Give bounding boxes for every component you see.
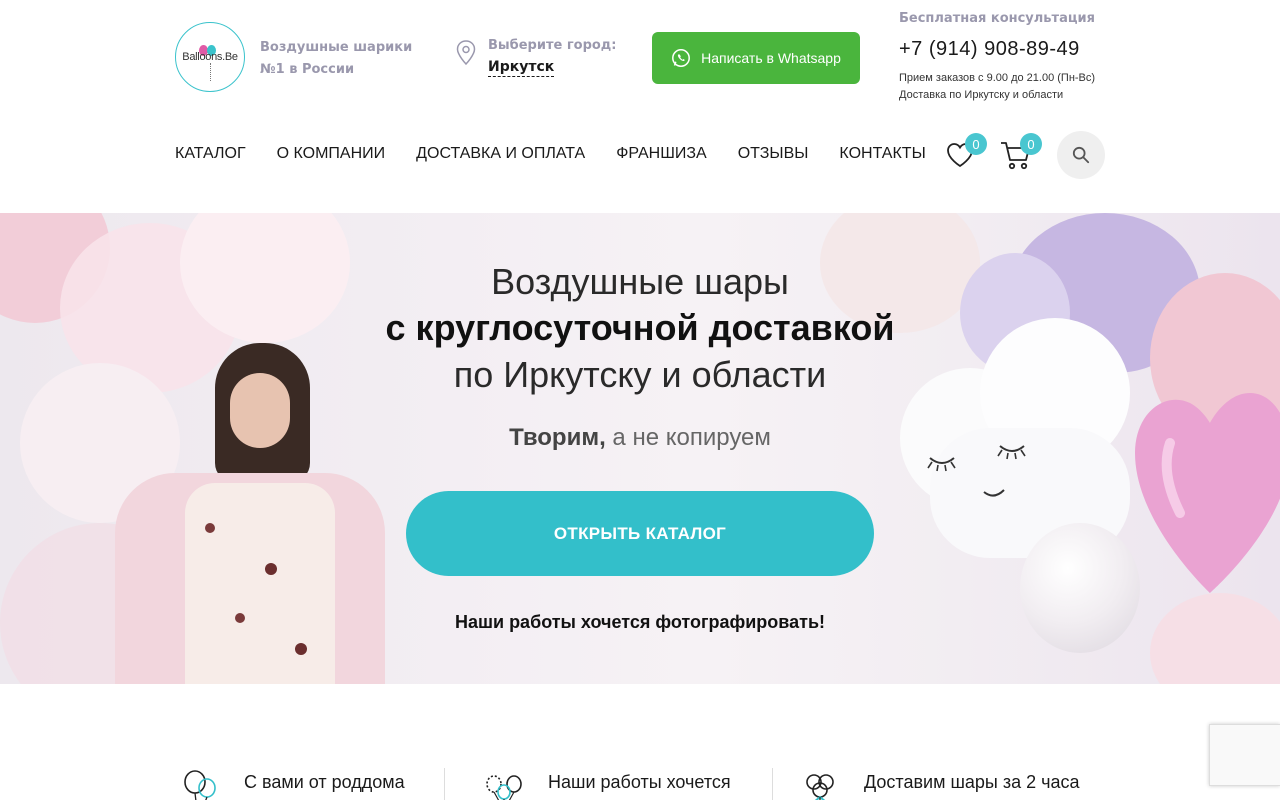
city-name-link[interactable]: Иркутск	[488, 59, 555, 77]
feature-item: Доставим шары за 2 часа	[800, 770, 1080, 800]
balloon-decor	[1150, 593, 1280, 684]
city-label: Выберите город:	[488, 38, 617, 53]
nav-item-catalog[interactable]: КАТАЛОГ	[175, 145, 246, 163]
tagline-line2: №1 в России	[260, 62, 355, 77]
brand-tagline: Воздушные шарики №1 в России	[260, 37, 420, 81]
hero-title-line1: Воздушные шары	[491, 261, 789, 302]
feature-text: Доставим шары за 2 часа	[864, 772, 1080, 792]
nav-item-reviews[interactable]: ОТЗЫВЫ	[738, 145, 809, 163]
cart-count-badge: 0	[1020, 133, 1042, 155]
balloons-icon	[184, 770, 216, 800]
search-icon	[1072, 146, 1090, 164]
hero-banner: Воздушные шары с круглосуточной доставко…	[0, 213, 1280, 684]
location-pin-icon	[456, 40, 476, 66]
hero-subtitle: Творим, а не копируем	[0, 424, 1280, 452]
divider	[444, 768, 445, 800]
hero-subtitle-bold: Творим,	[509, 424, 606, 451]
logo-string	[210, 63, 211, 81]
feature-text: С вами от роддома	[244, 772, 405, 792]
favorites-count-badge: 0	[965, 133, 987, 155]
recaptcha-badge[interactable]	[1209, 724, 1280, 786]
site-header: Balloons.Be Воздушные шарики №1 в России…	[0, 0, 1280, 213]
feature-item: Наши работы хочется	[484, 770, 731, 800]
feature-item: С вами от роддома	[180, 770, 405, 800]
nav-item-delivery[interactable]: ДОСТАВКА И ОПЛАТА	[416, 145, 585, 163]
nav-item-contacts[interactable]: КОНТАКТЫ	[839, 145, 925, 163]
delivery-area: Доставка по Иркутску и области	[899, 89, 1064, 101]
whatsapp-button[interactable]: Написать в Whatsapp	[652, 32, 860, 84]
heart-balloon	[1135, 393, 1280, 593]
open-catalog-button[interactable]: ОТКРЫТЬ КАТАЛОГ	[406, 491, 874, 576]
features-strip: С вами от роддома Наши работы хочется До…	[0, 684, 1280, 800]
contact-block: Бесплатная консультация +7 (914) 908-89-…	[899, 11, 1159, 104]
brand-logo[interactable]: Balloons.Be	[175, 22, 245, 92]
hero-title-line3: по Иркутску и области	[453, 354, 827, 395]
whatsapp-icon	[672, 49, 691, 67]
tagline-line1: Воздушные шарики	[260, 40, 413, 55]
consultation-title: Бесплатная консультация	[899, 11, 1095, 26]
main-nav: КАТАЛОГ О КОМПАНИИ ДОСТАВКА И ОПЛАТА ФРА…	[175, 145, 957, 163]
logo-text: Balloons.Be	[182, 51, 238, 63]
confetti-balloon	[1020, 523, 1140, 653]
hero-note: Наши работы хочется фотографировать!	[454, 612, 826, 632]
nav-item-franchise[interactable]: ФРАНШИЗА	[616, 145, 707, 163]
hero-title-line2: с круглосуточной доставкой	[385, 307, 895, 348]
phone-number[interactable]: +7 (914) 908-89-49	[899, 38, 1159, 61]
nav-item-about[interactable]: О КОМПАНИИ	[277, 145, 386, 163]
balloon-bunch-icon	[486, 775, 522, 800]
favorites-button[interactable]: 0	[946, 133, 987, 168]
cart-button[interactable]: 0	[1000, 133, 1042, 170]
hero-subtitle-rest: а не копируем	[605, 424, 771, 451]
whatsapp-button-label: Написать в Whatsapp	[701, 50, 841, 66]
feature-text: Наши работы хочется	[548, 772, 731, 792]
working-hours: Прием заказов с 9.00 до 21.00 (Пн-Вс)	[899, 72, 1096, 84]
search-button[interactable]	[1057, 131, 1105, 179]
divider	[772, 768, 773, 800]
delivery-balloons-icon	[806, 774, 834, 800]
